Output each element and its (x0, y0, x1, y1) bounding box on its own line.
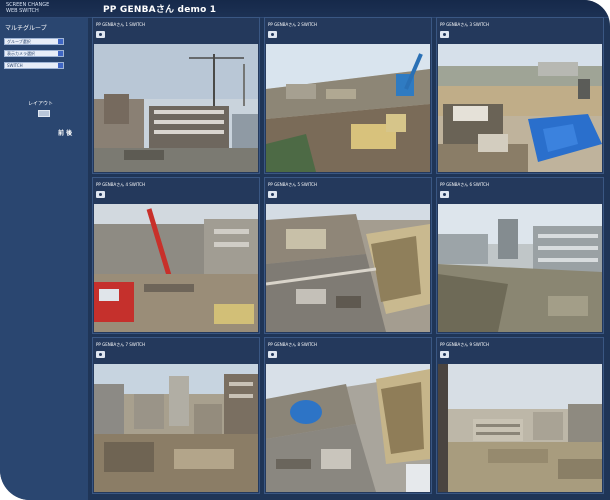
app-logo: SCREEN CHANGE WEB SWITCH (6, 2, 86, 14)
camera-title: PP GENBAさん 3 SWITCH (440, 22, 489, 27)
camera-view (438, 364, 602, 492)
camera-view (94, 44, 258, 172)
camera-tile-header: PP GENBAさん 8 SWITCH (265, 338, 431, 362)
app-window: SCREEN CHANGE WEB SWITCH PP GENBAさん demo… (0, 0, 610, 500)
camera-tile-5[interactable]: PP GENBAさん 5 SWITCH (264, 177, 432, 334)
logo-line-2: WEB SWITCH (6, 8, 39, 14)
camera-tile-4[interactable]: PP GENBAさん 4 SWITCH (92, 177, 260, 334)
camera-tile-9[interactable]: PP GENBAさん 9 SWITCH (436, 337, 604, 494)
camera-tile-header: PP GENBAさん 7 SWITCH (93, 338, 259, 362)
camera-grid: PP GENBAさん 1 SWITCH PP GENBAさん 2 SWITCH … (92, 17, 610, 500)
pager-controls[interactable]: 前 後 (58, 128, 72, 137)
camera-title: PP GENBAさん 9 SWITCH (440, 342, 489, 347)
camera-title: PP GENBAさん 1 SWITCH (96, 22, 145, 27)
camera-title: PP GENBAさん 2 SWITCH (268, 22, 317, 27)
camera-title: PP GENBAさん 5 SWITCH (268, 182, 317, 187)
switch-select-value: SWITCH (7, 63, 23, 68)
camera-tile-6[interactable]: PP GENBAさん 6 SWITCH (436, 177, 604, 334)
top-bar: SCREEN CHANGE WEB SWITCH PP GENBAさん demo… (0, 0, 610, 18)
camera-view (94, 204, 258, 332)
camera-tile-header: PP GENBAさん 9 SWITCH (437, 338, 603, 362)
camera-view (266, 44, 430, 172)
page-title: PP GENBAさん demo 1 (103, 5, 217, 15)
camera-icon[interactable] (268, 191, 277, 198)
camera-icon[interactable] (96, 191, 105, 198)
camera-view (438, 204, 602, 332)
camera-icon[interactable] (268, 31, 277, 38)
camera-tile-header: PP GENBAさん 1 SWITCH (93, 18, 259, 42)
camera-select-value: 表示カメラ選択 (7, 51, 35, 56)
layout-button[interactable] (38, 110, 50, 117)
camera-tile-header: PP GENBAさん 4 SWITCH (93, 178, 259, 202)
camera-tile-header: PP GENBAさん 2 SWITCH (265, 18, 431, 42)
dropdown-arrow-icon (58, 51, 63, 56)
camera-tile-header: PP GENBAさん 5 SWITCH (265, 178, 431, 202)
camera-tile-2[interactable]: PP GENBAさん 2 SWITCH (264, 17, 432, 174)
layout-label: レイアウト (28, 101, 54, 107)
multi-group-heading: マルチグループ (5, 25, 47, 32)
camera-icon[interactable] (440, 351, 449, 358)
camera-tile-7[interactable]: PP GENBAさん 7 SWITCH (92, 337, 260, 494)
camera-title: PP GENBAさん 7 SWITCH (96, 342, 145, 347)
group-select-value: グループ選択 (7, 39, 31, 44)
camera-title: PP GENBAさん 4 SWITCH (96, 182, 145, 187)
camera-view (266, 204, 430, 332)
dropdown-arrow-icon (58, 63, 63, 68)
camera-icon[interactable] (440, 191, 449, 198)
camera-view (94, 364, 258, 492)
camera-title: PP GENBAさん 6 SWITCH (440, 182, 489, 187)
camera-tile-header: PP GENBAさん 6 SWITCH (437, 178, 603, 202)
camera-title: PP GENBAさん 8 SWITCH (268, 342, 317, 347)
camera-icon[interactable] (96, 31, 105, 38)
camera-tile-3[interactable]: PP GENBAさん 3 SWITCH (436, 17, 604, 174)
dropdown-arrow-icon (58, 39, 63, 44)
camera-icon[interactable] (440, 31, 449, 38)
camera-icon[interactable] (268, 351, 277, 358)
camera-icon[interactable] (96, 351, 105, 358)
camera-view (438, 44, 602, 172)
group-select[interactable]: グループ選択 (4, 38, 64, 45)
camera-tile-8[interactable]: PP GENBAさん 8 SWITCH (264, 337, 432, 494)
camera-tile-header: PP GENBAさん 3 SWITCH (437, 18, 603, 42)
camera-tile-1[interactable]: PP GENBAさん 1 SWITCH (92, 17, 260, 174)
camera-view (266, 364, 430, 492)
camera-select[interactable]: 表示カメラ選択 (4, 50, 64, 57)
sidebar: マルチグループ グループ選択 表示カメラ選択 SWITCH レイアウト 前 後 (0, 18, 88, 500)
switch-select[interactable]: SWITCH (4, 62, 64, 69)
